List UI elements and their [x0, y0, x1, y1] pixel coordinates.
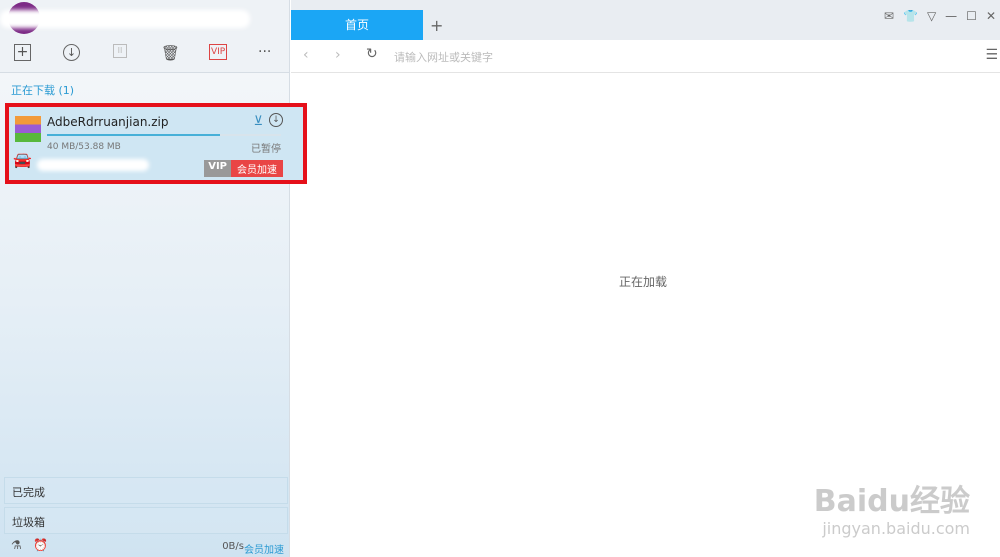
trash-folder[interactable]: 垃圾箱 [4, 507, 288, 534]
toolbar: + ↓ II 🗑 VIP ··· [0, 44, 290, 70]
menu-icon[interactable]: ☰ [985, 47, 998, 63]
back-icon[interactable]: ‹ [303, 47, 309, 63]
pause-button[interactable]: II [113, 44, 127, 58]
refresh-icon[interactable]: ↻ [366, 46, 378, 62]
open-folder-icon[interactable]: ⊻ [253, 114, 263, 129]
start-download-button[interactable]: ↓ [63, 44, 80, 61]
tab-bar: 首页 + ✉ 👕 ▽ — ☐ ✕ [291, 0, 1000, 40]
flask-icon[interactable]: ⚗ [11, 538, 22, 552]
sidebar-footer: ⚗ ⏰ 0B/s 会员加速 [0, 535, 290, 557]
member-accelerate-link[interactable]: 会员加速 [244, 541, 284, 556]
progress-bar [47, 134, 281, 136]
status-label: 已暂停 [251, 144, 281, 155]
watermark-url: jingyan.baidu.com [822, 519, 970, 538]
file-size: 40 MB/53.88 MB [47, 142, 121, 152]
watermark-brand: Baidu经验 [813, 484, 970, 519]
file-name: AdbeRdrruanjian.zip [47, 115, 169, 129]
minimize-icon[interactable]: — [945, 9, 957, 23]
browser-panel: 首页 + ✉ 👕 ▽ — ☐ ✕ ‹ › ↻ 请输入网址或关键字 ☰ 正在加载 [291, 0, 1000, 557]
accelerate-label: 会员加速 [231, 160, 283, 177]
new-task-button[interactable]: + [14, 44, 31, 61]
watermark: Baidu经验 jingyan.baidu.com [814, 487, 970, 537]
address-bar: ‹ › ↻ 请输入网址或关键字 ☰ [291, 40, 1000, 73]
delete-button[interactable]: 🗑 [161, 44, 180, 62]
download-icon[interactable]: ↓ [269, 113, 283, 127]
maximize-icon[interactable]: ☐ [966, 9, 977, 23]
download-item[interactable]: AdbeRdrruanjian.zip ⊻ ↓ 40 MB/53.88 MB 已… [5, 103, 307, 184]
completed-folder[interactable]: 已完成 [4, 477, 288, 504]
loading-text: 正在加载 [619, 275, 668, 289]
address-input[interactable]: 请输入网址或关键字 [394, 49, 493, 65]
sidebar: + ↓ II 🗑 VIP ··· 正在下载 (1) AdbeRdrruanjia… [0, 0, 307, 557]
progress-fill [47, 134, 221, 136]
speed-readout: 0B/s [222, 541, 244, 552]
more-button[interactable]: ··· [258, 44, 271, 60]
close-icon[interactable]: ✕ [986, 9, 996, 23]
zip-file-icon [15, 116, 41, 142]
redacted-info [37, 159, 149, 171]
mail-icon[interactable]: ✉ [884, 9, 894, 23]
divider [0, 72, 290, 73]
alarm-clock-icon[interactable]: ⏰ [33, 538, 48, 552]
tab-home[interactable]: 首页 [291, 10, 423, 40]
car-icon: 🚘 [13, 151, 32, 169]
forward-icon[interactable]: › [335, 47, 341, 63]
new-tab-button[interactable]: + [430, 16, 443, 35]
vip-button[interactable]: VIP [209, 44, 228, 60]
redacted-username [0, 10, 250, 28]
skin-icon[interactable]: 👕 [903, 9, 918, 23]
window-controls: ✉ 👕 ▽ — ☐ ✕ [884, 9, 996, 23]
vip-badge: VIP [204, 160, 231, 177]
vip-accelerate-button[interactable]: VIP 会员加速 [204, 160, 283, 177]
menu-dropdown-icon[interactable]: ▽ [927, 9, 936, 23]
downloading-header[interactable]: 正在下载 (1) [11, 82, 74, 98]
